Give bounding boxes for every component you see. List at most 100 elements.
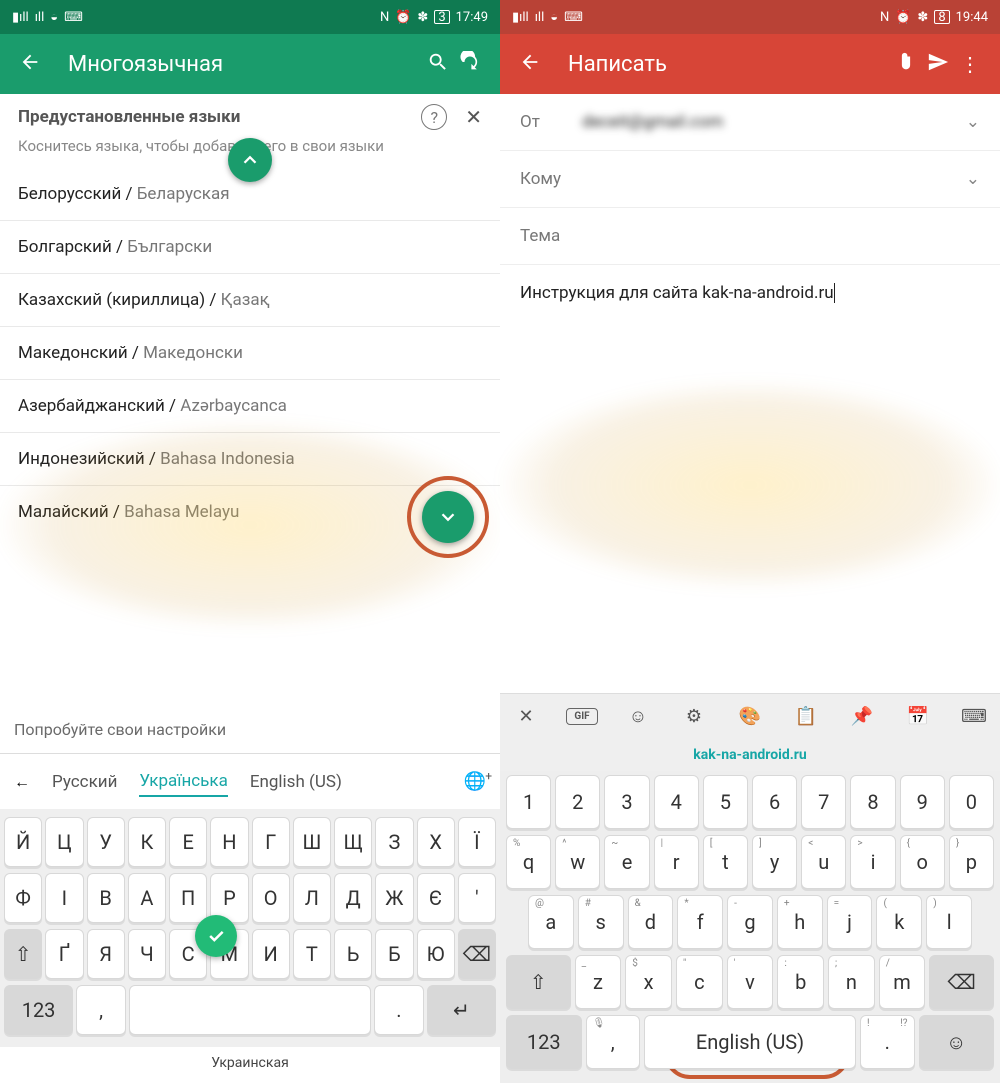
- kb-tool-5[interactable]: 📋: [790, 706, 822, 727]
- key[interactable]: ]y: [752, 835, 797, 889]
- key[interactable]: <u: [801, 835, 846, 889]
- key[interactable]: Ґ: [45, 929, 83, 979]
- key[interactable]: ⇧: [506, 955, 571, 1009]
- language-list[interactable]: Белорусский / БеларускаяБолгарский / Бъл…: [0, 168, 500, 706]
- key[interactable]: ;n: [828, 955, 875, 1009]
- key[interactable]: Я: [87, 929, 125, 979]
- key[interactable]: _z: [575, 955, 622, 1009]
- kb-tool-1[interactable]: GIF: [566, 708, 598, 725]
- key[interactable]: О: [252, 873, 290, 923]
- subject-row[interactable]: Тема: [500, 208, 1000, 265]
- key[interactable]: ': [458, 873, 496, 923]
- key-numbers[interactable]: 123: [506, 1015, 582, 1069]
- key-enter[interactable]: ↵: [427, 985, 496, 1035]
- key[interactable]: З: [375, 817, 413, 867]
- key[interactable]: >i: [850, 835, 895, 889]
- key[interactable]: ^w: [555, 835, 600, 889]
- key[interactable]: 'v: [727, 955, 774, 1009]
- key[interactable]: $x: [625, 955, 672, 1009]
- key[interactable]: 2: [555, 775, 600, 829]
- key[interactable]: Б: [375, 929, 413, 979]
- key[interactable]: |r: [654, 835, 699, 889]
- key-comma[interactable]: 🎙,: [586, 1015, 641, 1069]
- kb-tool-7[interactable]: 📅: [902, 706, 934, 727]
- close-icon[interactable]: ✕: [465, 105, 482, 129]
- key-numbers[interactable]: 123: [4, 985, 73, 1035]
- key[interactable]: -g: [727, 895, 773, 949]
- search-icon[interactable]: [422, 51, 454, 78]
- key-dot[interactable]: .: [374, 985, 424, 1035]
- language-item[interactable]: Болгарский / Български: [0, 220, 500, 273]
- key[interactable]: 4: [654, 775, 699, 829]
- key[interactable]: =j: [827, 895, 873, 949]
- more-icon[interactable]: ⋮: [954, 52, 986, 76]
- key[interactable]: 6: [752, 775, 797, 829]
- scroll-top-button[interactable]: [228, 138, 272, 182]
- key[interactable]: У: [87, 817, 125, 867]
- attach-icon[interactable]: [890, 51, 922, 78]
- key[interactable]: 3: [604, 775, 649, 829]
- key[interactable]: ~e: [604, 835, 649, 889]
- key[interactable]: {o: [900, 835, 945, 889]
- key[interactable]: А: [128, 873, 166, 923]
- kb-back-icon[interactable]: ←: [14, 772, 30, 792]
- key[interactable]: %q: [506, 835, 551, 889]
- key[interactable]: +h: [777, 895, 823, 949]
- key[interactable]: Е: [169, 817, 207, 867]
- key[interactable]: Ф: [4, 873, 42, 923]
- language-item[interactable]: Македонский / Македонски: [0, 326, 500, 379]
- refresh-icon[interactable]: [454, 51, 486, 78]
- key-comma[interactable]: ,: [76, 985, 126, 1035]
- key[interactable]: Г: [252, 817, 290, 867]
- key[interactable]: 1: [506, 775, 551, 829]
- key[interactable]: Ш: [293, 817, 331, 867]
- key-space[interactable]: [129, 985, 371, 1035]
- key[interactable]: *f: [677, 895, 723, 949]
- body-text[interactable]: Инструкция для сайта kak-na-android.ru: [500, 265, 1000, 321]
- key[interactable]: 5: [703, 775, 748, 829]
- to-row[interactable]: Кому ⌄: [500, 151, 1000, 208]
- key[interactable]: Д: [334, 873, 372, 923]
- back-icon[interactable]: [14, 51, 46, 78]
- globe-icon[interactable]: 🌐+: [464, 771, 486, 792]
- kb-tool-4[interactable]: 🎨: [734, 706, 766, 727]
- language-item[interactable]: Индонезийский / Bahasa Indonesia: [0, 432, 500, 485]
- key[interactable]: }p: [949, 835, 994, 889]
- kb-lang-ukrainian[interactable]: Українська: [139, 771, 227, 797]
- key[interactable]: Л: [293, 873, 331, 923]
- key[interactable]: [t: [703, 835, 748, 889]
- kb-tool-2[interactable]: ☺: [622, 706, 654, 727]
- key[interactable]: Й: [4, 817, 42, 867]
- from-row[interactable]: От deceit@gmail.com ⌄: [500, 94, 1000, 151]
- key[interactable]: ⌫: [929, 955, 994, 1009]
- kb-tool-0[interactable]: ✕: [510, 706, 542, 727]
- key-emoji[interactable]: ☺: [919, 1015, 995, 1069]
- kb-tool-8[interactable]: ⌨: [958, 706, 990, 727]
- language-item[interactable]: Казахский (кириллица) / Қазақ: [0, 273, 500, 326]
- key[interactable]: 0: [949, 775, 994, 829]
- key[interactable]: І: [45, 873, 83, 923]
- key[interactable]: Ї: [458, 817, 496, 867]
- key[interactable]: @a: [528, 895, 574, 949]
- key[interactable]: (k: [876, 895, 922, 949]
- kb-tool-3[interactable]: ⚙: [678, 706, 710, 727]
- expand-button[interactable]: [422, 491, 474, 543]
- key[interactable]: )l: [926, 895, 972, 949]
- key[interactable]: "c: [676, 955, 723, 1009]
- key[interactable]: ⌫: [458, 929, 496, 979]
- key[interactable]: 9: [900, 775, 945, 829]
- key[interactable]: П: [169, 873, 207, 923]
- key[interactable]: Х: [417, 817, 455, 867]
- key[interactable]: &d: [628, 895, 674, 949]
- key[interactable]: :b: [777, 955, 824, 1009]
- key[interactable]: #s: [578, 895, 624, 949]
- key[interactable]: К: [128, 817, 166, 867]
- key[interactable]: 7: [801, 775, 846, 829]
- key[interactable]: Н: [210, 817, 248, 867]
- key[interactable]: /m: [879, 955, 926, 1009]
- key[interactable]: Ч: [128, 929, 166, 979]
- chevron-down-icon[interactable]: ⌄: [966, 112, 980, 132]
- help-icon[interactable]: ?: [421, 104, 447, 130]
- kb-lang-english[interactable]: English (US): [250, 772, 342, 792]
- keyboard-suggestion[interactable]: kak-na-android.ru: [500, 739, 1000, 771]
